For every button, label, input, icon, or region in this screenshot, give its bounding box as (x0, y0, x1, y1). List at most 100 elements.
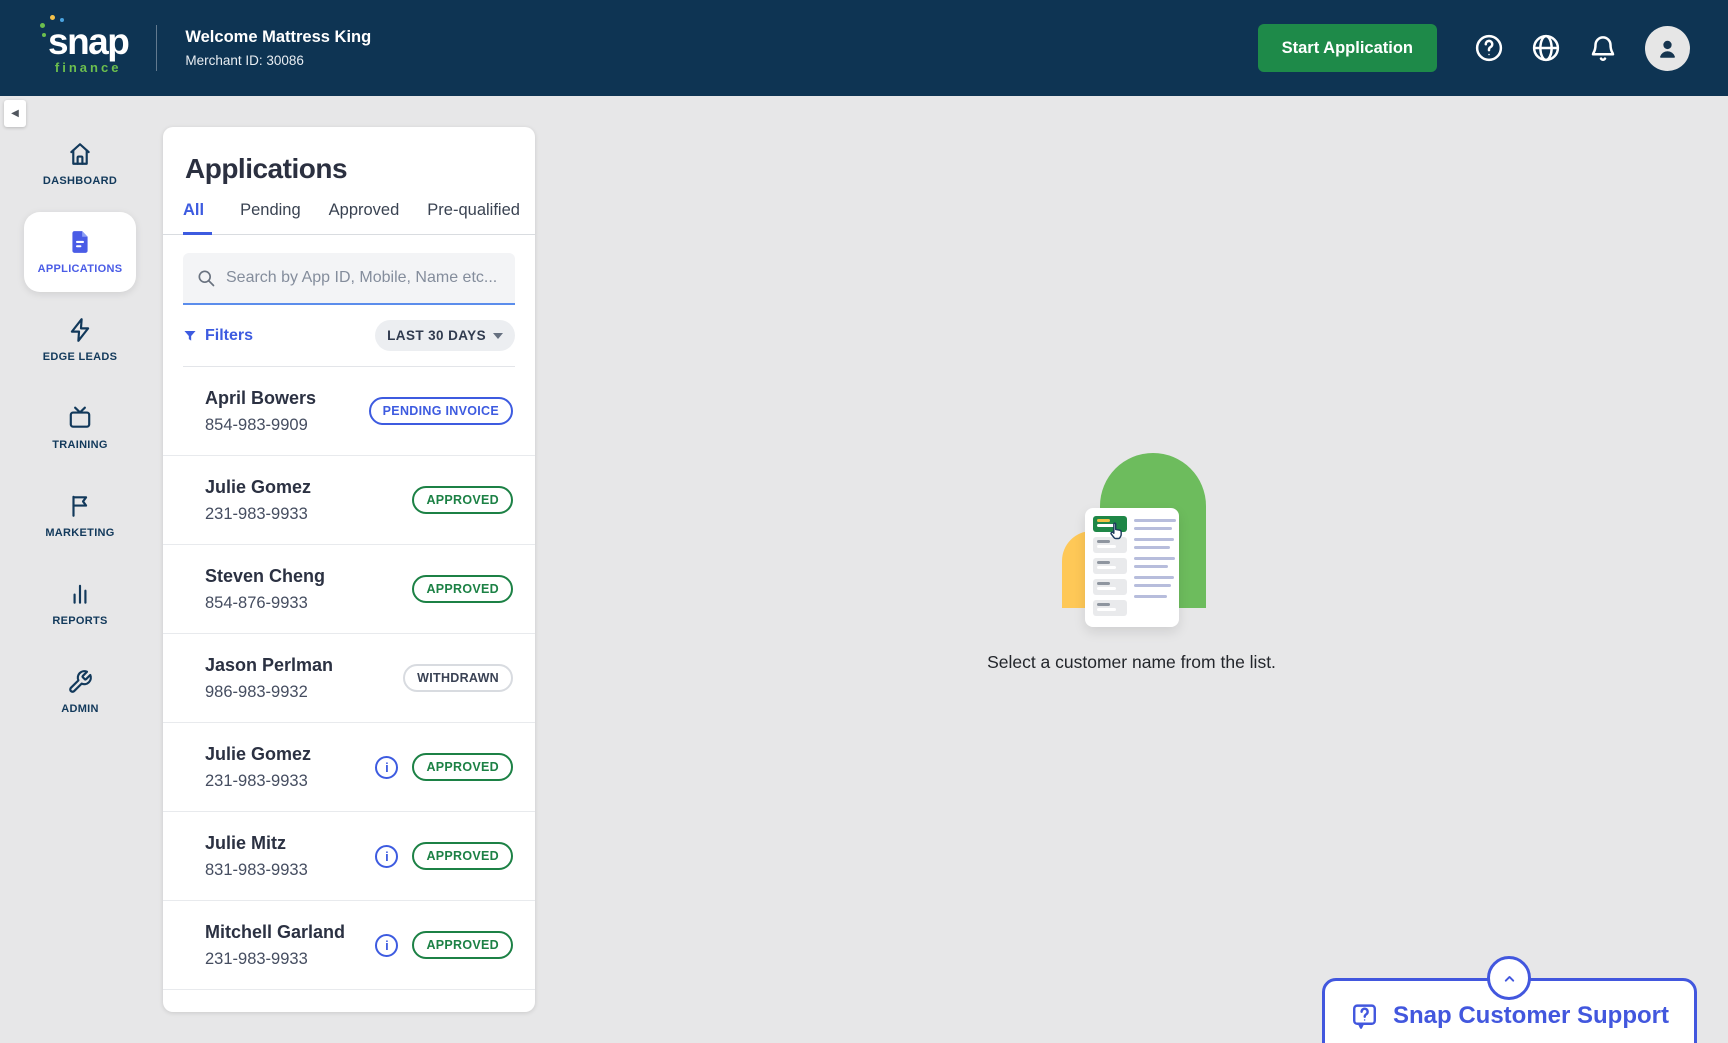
info-icon[interactable]: i (375, 934, 398, 957)
sidebar-item-label: TRAINING (52, 439, 108, 451)
flag-icon (67, 493, 93, 519)
customer-phone: 231-983-9933 (205, 950, 345, 969)
status-badge: PENDING INVOICE (369, 397, 513, 425)
status-badge: APPROVED (412, 931, 513, 959)
customer-name: Julie Mitz (205, 833, 308, 854)
bar-chart-icon (67, 581, 93, 607)
sidebar-item-admin[interactable]: ADMIN (24, 652, 136, 732)
customer-info: Mitchell Garland 231-983-9933 (205, 922, 345, 969)
tab-pending[interactable]: Pending (240, 201, 301, 234)
customer-phone: 854-876-9933 (205, 594, 325, 613)
customer-info: Julie Gomez 231-983-9933 (205, 744, 311, 791)
search-input[interactable] (226, 269, 502, 287)
search-box[interactable] (183, 253, 515, 305)
chevron-up-icon (1502, 971, 1517, 986)
status-badge: APPROVED (412, 575, 513, 603)
row-status-area: i APPROVED (375, 753, 513, 781)
logo-spark-icon (60, 18, 64, 22)
snap-finance-logo[interactable]: snap finance (48, 23, 128, 74)
customer-name: Mitchell Garland (205, 922, 345, 943)
status-badge: APPROVED (412, 753, 513, 781)
sidebar-item-label: DASHBOARD (43, 175, 117, 187)
filters-button[interactable]: Filters (183, 327, 253, 345)
logo-text-finance: finance (48, 61, 128, 74)
customer-phone: 231-983-9933 (205, 505, 311, 524)
logo-text-snap: snap (48, 23, 128, 60)
sidebar-item-label: ADMIN (61, 703, 99, 715)
application-row[interactable]: Julie Gomez 231-983-9933 i APPROVED (163, 723, 535, 812)
filters-label: Filters (205, 327, 253, 345)
search-icon (196, 268, 216, 288)
header-actions: Start Application (1258, 24, 1690, 72)
row-status-area: i APPROVED (375, 931, 513, 959)
support-help-bubble-icon (1350, 1002, 1379, 1031)
logo-spark-icon (40, 23, 45, 28)
application-row[interactable]: Julie Mitz 831-983-9933 i APPROVED (163, 812, 535, 901)
customer-name: Jason Perlman (205, 655, 333, 676)
date-range-dropdown[interactable]: LAST 30 DAYS (375, 320, 515, 351)
merchant-info: Welcome Mattress King Merchant ID: 30086 (185, 28, 371, 68)
notifications-bell-icon[interactable] (1588, 33, 1618, 63)
row-status-area: i APPROVED (375, 842, 513, 870)
chevron-down-icon (493, 333, 503, 339)
info-icon[interactable]: i (375, 756, 398, 779)
customer-info: April Bowers 854-983-9909 (205, 388, 316, 435)
customer-name: April Bowers (205, 388, 316, 409)
sidebar-item-edge-leads[interactable]: EDGE LEADS (24, 300, 136, 380)
customer-name: Julie Gomez (205, 744, 311, 765)
language-globe-icon[interactable] (1531, 33, 1561, 63)
customer-phone: 986-983-9932 (205, 683, 333, 702)
merchant-id: Merchant ID: 30086 (185, 53, 371, 68)
tab-approved[interactable]: Approved (329, 201, 400, 234)
sidebar-item-applications[interactable]: APPLICATIONS (24, 212, 136, 292)
support-label: Snap Customer Support (1393, 1002, 1669, 1030)
sidebar-item-training[interactable]: TRAINING (24, 388, 136, 468)
customer-phone: 854-983-9909 (205, 416, 316, 435)
app-header: snap finance Welcome Mattress King Merch… (0, 0, 1728, 96)
sidebar-item-label: REPORTS (52, 615, 107, 627)
info-icon[interactable]: i (375, 845, 398, 868)
status-badge: WITHDRAWN (403, 664, 513, 692)
tab-all[interactable]: All (183, 201, 212, 235)
sidebar-item-marketing[interactable]: MARKETING (24, 476, 136, 556)
filter-funnel-icon (183, 329, 197, 343)
row-status-area: i APPROVED (412, 486, 513, 514)
customer-name: Steven Cheng (205, 566, 325, 587)
help-icon[interactable] (1474, 33, 1504, 63)
date-range-label: LAST 30 DAYS (387, 328, 486, 343)
customer-info: Julie Gomez 231-983-9933 (205, 477, 311, 524)
support-collapse-chevron[interactable] (1487, 956, 1531, 1000)
application-row[interactable]: Steven Cheng 854-876-9933 i APPROVED (163, 545, 535, 634)
tab-pre-qualified[interactable]: Pre-qualified (427, 201, 520, 234)
application-row[interactable]: Julie Gomez 231-983-9933 i APPROVED (163, 456, 535, 545)
start-application-button[interactable]: Start Application (1258, 24, 1437, 72)
sidebar-item-reports[interactable]: REPORTS (24, 564, 136, 644)
lightning-icon (67, 317, 93, 343)
sidebar-nav: DASHBOARD APPLICATIONS EDGE LEADS TRAINI… (0, 96, 160, 1043)
logo-spark-icon (50, 15, 55, 20)
document-icon (67, 229, 93, 255)
logo-spark-icon (42, 33, 46, 37)
status-badge: APPROVED (412, 486, 513, 514)
illustration-text-lines (1134, 516, 1176, 619)
sidebar-item-dashboard[interactable]: DASHBOARD (24, 124, 136, 204)
sidebar-collapse-button[interactable]: ◀ (4, 100, 26, 127)
illustration-list-card (1085, 508, 1179, 627)
sidebar-item-label: APPLICATIONS (38, 263, 123, 275)
panel-title: Applications (163, 127, 535, 185)
application-row[interactable]: Mitchell Garland 231-983-9933 i APPROVED (163, 901, 535, 990)
row-status-area: i APPROVED (412, 575, 513, 603)
filters-row: Filters LAST 30 DAYS (183, 320, 515, 367)
wrench-icon (67, 669, 93, 695)
header-divider (156, 25, 157, 71)
customer-info: Steven Cheng 854-876-9933 (205, 566, 325, 613)
customer-phone: 231-983-9933 (205, 772, 311, 791)
applications-list: April Bowers 854-983-9909 i PENDING INVO… (163, 367, 535, 990)
user-avatar[interactable] (1645, 26, 1690, 71)
customer-info: Julie Mitz 831-983-9933 (205, 833, 308, 880)
welcome-title: Welcome Mattress King (185, 28, 371, 47)
cursor-hand-icon (1107, 521, 1127, 541)
application-row[interactable]: April Bowers 854-983-9909 i PENDING INVO… (163, 367, 535, 456)
application-row[interactable]: Jason Perlman 986-983-9932 i WITHDRAWN (163, 634, 535, 723)
row-status-area: i WITHDRAWN (403, 664, 513, 692)
